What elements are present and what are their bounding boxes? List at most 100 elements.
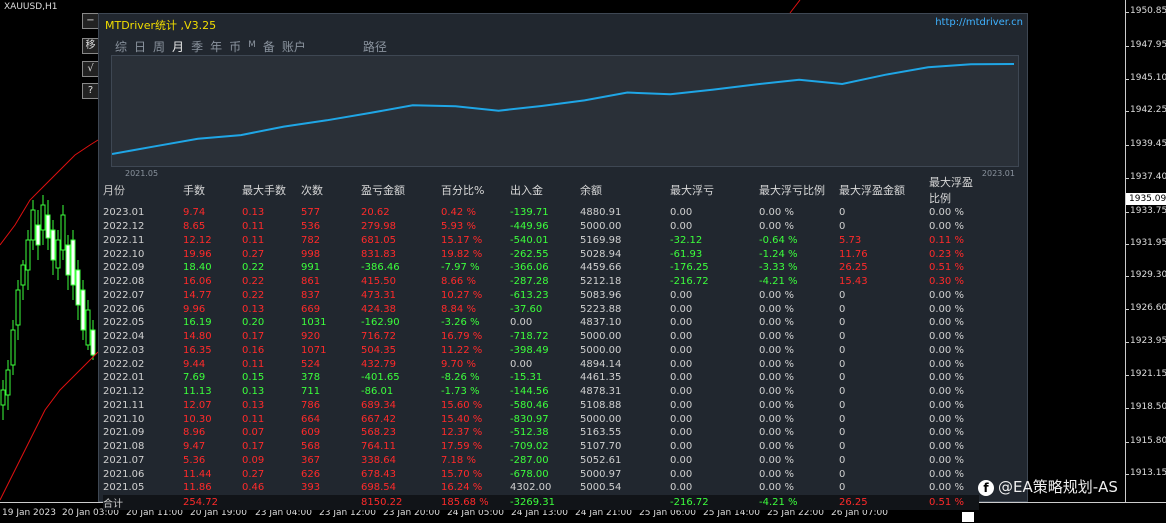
table-cell: 0.00 % — [929, 427, 964, 439]
equity-curve — [111, 63, 1015, 155]
tab-10[interactable]: 路径 — [363, 38, 387, 55]
move-button[interactable]: 移 — [82, 38, 99, 54]
minimize-button[interactable]: − — [82, 13, 99, 29]
tab-5[interactable]: 年 — [210, 38, 222, 55]
table-cell: 12.37 % — [441, 427, 483, 439]
table-cell: -401.65 — [361, 372, 400, 384]
tab-3[interactable]: 月 — [172, 38, 184, 55]
candle-body — [60, 214, 66, 251]
table-cell: 15.60 % — [441, 399, 483, 411]
table-cell: 831.83 — [361, 248, 396, 260]
table-cell: 0.22 — [242, 289, 265, 301]
table-cell: -3.26 % — [441, 317, 480, 329]
table-cell: 504.35 — [361, 344, 396, 356]
table-cell: 0.00 % — [759, 399, 794, 411]
time-tick-label: 19 Jan 2023 — [2, 508, 56, 518]
table-cell: 0 — [839, 468, 846, 480]
table-cell: 5000.00 — [580, 331, 622, 343]
price-tick — [1126, 442, 1129, 443]
table-cell: -366.06 — [510, 262, 549, 274]
table-row: 2021.12 11.13 0.13 711 -86.01 -1.73 % -144.56 4… — [103, 385, 979, 399]
column-header[interactable]: 余额 — [580, 174, 670, 206]
table-cell: -0.64 % — [759, 234, 798, 246]
table-cell: -4.21 % — [759, 276, 798, 288]
column-header[interactable]: 最大浮盈金额 — [839, 174, 929, 206]
table-cell: -3.33 % — [759, 262, 798, 274]
table-cell: 19.82 % — [441, 248, 483, 260]
table-cell: 0.07 — [242, 427, 265, 439]
table-cell: 0.00 — [670, 399, 693, 411]
scroll-handle[interactable] — [962, 512, 974, 522]
tab-0[interactable]: 综 — [115, 38, 127, 55]
table-cell: 4461.35 — [580, 372, 622, 384]
table-cell: 0.42 % — [441, 207, 476, 219]
table-cell: 2022.06 — [103, 303, 145, 315]
column-header[interactable]: 最大浮盈比例 — [929, 174, 979, 206]
table-cell: 5107.70 — [580, 441, 622, 453]
table-cell: -580.46 — [510, 399, 549, 411]
table-cell: 8.66 % — [441, 276, 476, 288]
tab-6[interactable]: 币 — [229, 38, 241, 55]
candle-body — [15, 289, 21, 326]
table-cell: 0.51 % — [929, 262, 964, 274]
table-cell: 20.62 — [361, 207, 390, 219]
table-cell: 0.00 % — [759, 221, 794, 233]
table-cell: 5000.00 — [580, 413, 622, 425]
lower-band-line — [0, 351, 99, 501]
table-cell: 2021.12 — [103, 386, 145, 398]
table-row: 2021.07 5.36 0.09 367 338.64 7.18 % -287.00 505… — [103, 454, 979, 468]
tab-8[interactable]: 备 — [263, 38, 275, 55]
table-cell: 5.36 — [183, 454, 206, 466]
tab-9[interactable]: 账户 — [282, 38, 306, 55]
price-tick-label: 1933.75 — [1130, 206, 1166, 216]
table-cell: 2021.08 — [103, 441, 145, 453]
column-header[interactable]: 手数 — [183, 174, 242, 206]
price-tick-label: 1929.30 — [1130, 270, 1166, 280]
table-cell: 0.00 % — [929, 331, 964, 343]
table-cell: 0.00 — [670, 468, 693, 480]
table-cell: 0 — [839, 358, 846, 370]
table-cell: 2022.11 — [103, 234, 145, 246]
check-button[interactable]: √ — [82, 61, 99, 77]
table-cell: -386.46 — [361, 262, 400, 274]
table-cell: 524 — [301, 358, 321, 370]
tab-2[interactable]: 周 — [153, 38, 165, 55]
table-cell: 0.00 — [670, 358, 693, 370]
table-cell: 4878.31 — [580, 386, 622, 398]
table-cell: 367 — [301, 454, 321, 466]
price-tick — [1126, 342, 1129, 343]
table-cell: 998 — [301, 248, 321, 260]
price-axis[interactable]: 1950.85 1947.95 1945.10 1942.25 1939.45 1937.… — [1125, 0, 1166, 502]
equity-curve-chart — [111, 55, 1019, 167]
column-header[interactable]: 百分比% — [441, 174, 510, 206]
help-button[interactable]: ? — [82, 83, 99, 99]
column-header[interactable]: 次数 — [301, 174, 361, 206]
table-cell: 8.96 — [183, 427, 206, 439]
tab-1[interactable]: 日 — [134, 38, 146, 55]
column-header[interactable]: 最大手数 — [242, 174, 301, 206]
tab-4[interactable]: 季 — [191, 38, 203, 55]
table-cell: 0.27 — [242, 248, 265, 260]
column-header[interactable]: 最大浮亏比例 — [759, 174, 839, 206]
table-cell: 15.40 % — [441, 413, 483, 425]
column-header[interactable]: 最大浮亏 — [670, 174, 759, 206]
table-cell: 2021.05 — [103, 482, 145, 494]
table-cell: 15.17 % — [441, 234, 483, 246]
candle-body — [35, 224, 41, 246]
column-header[interactable]: 出入金 — [510, 174, 580, 206]
table-cell: 0.00 % — [929, 454, 964, 466]
price-tick-label: 1921.15 — [1130, 369, 1166, 379]
table-cell: 5000.54 — [580, 482, 622, 494]
table-cell: 0.00 % — [929, 372, 964, 384]
column-header[interactable]: 月份 — [103, 174, 183, 206]
table-cell: 4302.00 — [510, 482, 552, 494]
table-cell: -162.90 — [361, 317, 400, 329]
table-cell: 2021.06 — [103, 468, 145, 480]
table-cell: 0.00 — [510, 317, 533, 329]
table-cell: 5163.55 — [580, 427, 622, 439]
website-link[interactable]: http://mtdriver.cn — [935, 17, 1023, 28]
candle-body — [0, 389, 6, 406]
column-header[interactable]: 盈亏金额 — [361, 174, 441, 206]
tab-7[interactable]: M — [248, 38, 256, 55]
table-cell: 664 — [301, 413, 321, 425]
